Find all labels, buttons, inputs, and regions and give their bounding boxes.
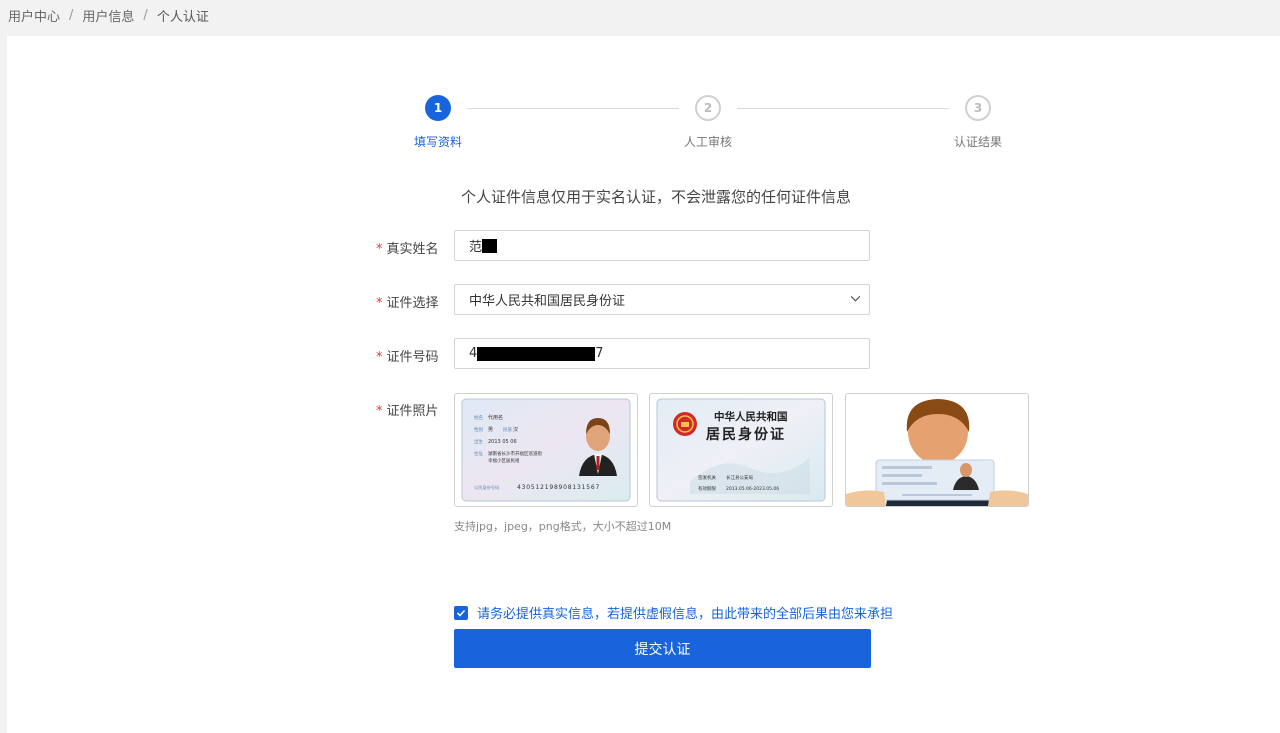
id-back-validity: 2013.05.06-2023.05.06 [726,486,779,492]
progress-steps: 1 2 3 填写资料 人工审核 认证结果 [7,36,1280,166]
id-number-label-text: 证件号码 [386,350,439,365]
id-back-title: 居民身份证 [706,426,786,443]
breadcrumb-current: 个人认证 [156,9,209,25]
id-back-upload[interactable]: 中华人民共和国 居民身份证 签发机关 长江县公安局 有效期限 2013.05.0… [649,393,833,507]
id-handheld-image [846,394,1028,506]
agreement-text: 请务必提供真实信息，若提供虚假信息，由此带来的全部后果由您来承担 [477,607,894,622]
id-number-input[interactable]: 47 [454,338,870,369]
required-mark: * [376,350,383,365]
id-type-select[interactable]: 中华人民共和国居民身份证 [454,284,870,315]
id-type-label: * 证件选择 [376,292,439,311]
id-front-number: 430512198908131567 [517,484,600,491]
id-back-validity-label: 有效期限 [698,485,716,492]
required-mark: * [376,296,383,311]
id-front-name: 代用名 [488,414,503,421]
id-front-gender: 男 [488,427,493,433]
breadcrumb-user-info[interactable]: 用户信息 [82,6,134,25]
id-handheld-upload[interactable] [845,393,1029,507]
id-front-image: 姓名 性别 出生 住址 代用名 男 民族 汉 2013 05 06 湖南省长沙市… [461,398,631,502]
id-number-label: * 证件号码 [376,346,439,365]
step-1-indicator: 1 [425,95,451,121]
redaction-block [477,346,596,361]
step-3-label: 认证结果 [953,135,1002,149]
id-front-gender-label: 性别 [474,426,483,433]
id-photo-label: * 证件照片 [376,400,439,419]
redaction-block [482,238,498,253]
id-back-country: 中华人民共和国 [714,410,788,423]
agreement-row: 请务必提供真实信息，若提供虚假信息，由此带来的全部后果由您来承担 [454,603,893,622]
breadcrumb-user-center[interactable]: 用户中心 [8,6,60,25]
id-back-authority: 长江县公安局 [726,474,753,481]
step-2-label: 人工审核 [683,135,732,149]
breadcrumb-separator: / [143,7,148,23]
checkmark-icon [456,609,466,617]
name-label: * 真实姓名 [376,238,439,257]
id-front-address-2: 幸福小区居民组 [488,457,520,464]
id-type-value: 中华人民共和国居民身份证 [469,294,626,309]
id-front-birth: 2013 05 06 [488,439,517,445]
name-label-text: 真实姓名 [386,242,439,257]
step-2-indicator: 2 [695,95,721,121]
id-number-suffix: 7 [595,346,604,361]
main-card: 1 2 3 填写资料 人工审核 认证结果 个人证件信息仅用于实名认证，不会泄露您… [7,36,1280,733]
id-front-ethnicity-label: 民族 [503,426,512,433]
id-type-label-text: 证件选择 [386,296,439,311]
id-front-address-label: 住址 [474,450,483,457]
chevron-down-icon [851,295,860,302]
breadcrumb: 用户中心 / 用户信息 / 个人认证 [8,5,209,25]
id-front-birth-label: 出生 [474,438,483,445]
id-front-number-label: 公民身份号码 [474,484,499,491]
real-name-input[interactable]: 范 [454,230,870,261]
upload-format-hint: 支持jpg，jpeg，png格式，大小不超过10M [454,520,672,533]
breadcrumb-separator: / [69,7,74,23]
id-back-image: 中华人民共和国 居民身份证 签发机关 长江县公安局 有效期限 2013.05.0… [656,398,826,502]
real-name-value: 范 [469,240,483,255]
step-connector [467,108,679,109]
step-1-label: 填写资料 [413,135,462,149]
required-mark: * [376,242,383,257]
agreement-checkbox[interactable] [454,605,468,620]
step-connector [737,108,949,109]
submit-verification-button[interactable]: 提交认证 [454,629,871,668]
step-3-indicator: 3 [965,95,991,121]
id-front-ethnicity: 汉 [513,426,518,433]
id-front-upload[interactable]: 姓名 性别 出生 住址 代用名 男 民族 汉 2013 05 06 湖南省长沙市… [454,393,638,507]
id-front-address-1: 湖南省长沙市开福区巡道街 [488,450,542,457]
id-photo-label-text: 证件照片 [386,404,439,419]
id-number-prefix: 4 [469,346,478,361]
required-mark: * [376,404,383,419]
privacy-notice: 个人证件信息仅用于实名认证，不会泄露您的任何证件信息 [460,188,851,206]
id-front-name-label: 姓名 [474,414,483,421]
id-back-authority-label: 签发机关 [698,474,716,481]
